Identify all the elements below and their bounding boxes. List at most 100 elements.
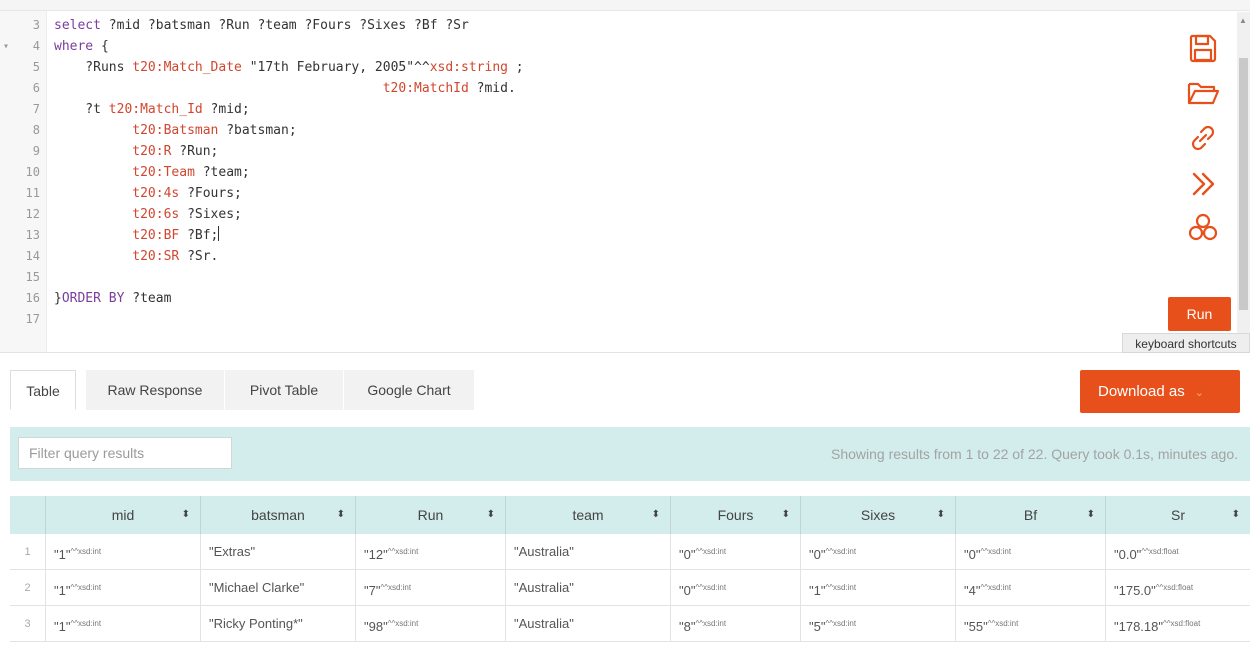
code-line[interactable]: 12 t20:6s ?Sixes; bbox=[0, 204, 1150, 225]
chevron-down-icon: ⌄ bbox=[1194, 387, 1204, 399]
code-line[interactable]: 8 t20:Batsman ?batsman; bbox=[0, 120, 1150, 141]
sort-icon[interactable]: ⬍ bbox=[487, 496, 495, 534]
code-token: } bbox=[54, 291, 62, 306]
table-cell: "Australia" bbox=[505, 606, 670, 642]
tab-table[interactable]: Table bbox=[10, 370, 76, 410]
folder-open-icon[interactable] bbox=[1185, 75, 1221, 111]
editor-scrollbar[interactable] bbox=[1237, 12, 1250, 350]
cell-value: "0" bbox=[809, 547, 826, 562]
cell-value: "98" bbox=[364, 619, 388, 634]
column-header-sixes[interactable]: Sixes ⬍ bbox=[800, 496, 955, 534]
sort-icon[interactable]: ⬍ bbox=[782, 496, 790, 534]
column-header-fours[interactable]: Fours ⬍ bbox=[670, 496, 800, 534]
line-number: 9 bbox=[32, 144, 40, 158]
code-line[interactable]: 16}ORDER BY ?team bbox=[0, 288, 1150, 309]
column-header-mid[interactable]: mid ⬍ bbox=[45, 496, 200, 534]
query-editor[interactable]: 2PREFIX xsd: <http://www.w3.org/2001/XML… bbox=[0, 0, 1160, 353]
cell-value: "12" bbox=[364, 547, 388, 562]
cell-value: "175.0" bbox=[1114, 583, 1156, 598]
cell-value: "55" bbox=[964, 619, 988, 634]
save-icon[interactable] bbox=[1185, 30, 1221, 66]
editor-top-strip bbox=[0, 0, 1250, 11]
column-header-sr[interactable]: Sr ⬍ bbox=[1105, 496, 1250, 534]
table-cell: "8"^^xsd:int bbox=[670, 606, 800, 642]
cell-value: "1" bbox=[54, 583, 71, 598]
sort-icon[interactable]: ⬍ bbox=[1087, 496, 1095, 534]
tab-raw-response[interactable]: Raw Response bbox=[86, 370, 225, 410]
fold-arrow-icon[interactable]: ▾ bbox=[3, 36, 9, 57]
code-token: t20:6s bbox=[132, 207, 188, 222]
code-line[interactable]: 9 t20:R ?Run; bbox=[0, 141, 1150, 162]
tab-google-chart[interactable]: Google Chart bbox=[344, 370, 475, 410]
line-number: 8 bbox=[32, 123, 40, 137]
table-cell: "55"^^xsd:int bbox=[955, 606, 1105, 642]
cell-datatype: ^^xsd:int bbox=[695, 619, 727, 628]
cell-datatype: ^^xsd:int bbox=[387, 619, 419, 628]
column-header-label: Sr bbox=[1171, 507, 1185, 523]
code-token: t20:BF bbox=[132, 228, 188, 243]
code-line[interactable]: 7 ?t t20:Match_Id ?mid; bbox=[0, 99, 1150, 120]
line-number: 3 bbox=[32, 18, 40, 32]
code-line[interactable]: 6 t20:MatchId ?mid. bbox=[0, 78, 1150, 99]
tab-pivot-table[interactable]: Pivot Table bbox=[225, 370, 344, 410]
cell-value: "Extras" bbox=[209, 544, 256, 559]
column-header-team[interactable]: team ⬍ bbox=[505, 496, 670, 534]
cell-datatype: ^^xsd:int bbox=[987, 619, 1019, 628]
filter-query-input[interactable] bbox=[18, 437, 232, 469]
code-line[interactable]: 17 bbox=[0, 309, 1150, 330]
code-token: ?Sixes; bbox=[187, 207, 242, 222]
column-header-batsman[interactable]: batsman ⬍ bbox=[200, 496, 355, 534]
sort-icon[interactable]: ⬍ bbox=[652, 496, 660, 534]
code-line[interactable]: 3 select ?mid ?batsman ?Run ?team ?Fours … bbox=[0, 15, 1150, 36]
code-line[interactable]: 14 t20:SR ?Sr. bbox=[0, 246, 1150, 267]
sort-icon[interactable]: ⬍ bbox=[182, 496, 190, 534]
table-cell: "1"^^xsd:int bbox=[45, 570, 200, 606]
code-line[interactable]: 15 bbox=[0, 267, 1150, 288]
sort-icon[interactable]: ⬍ bbox=[337, 496, 345, 534]
row-index: 2 bbox=[24, 582, 31, 594]
line-number: 17 bbox=[25, 312, 40, 326]
code-token: ?mid ?batsman ?Run ?team ?Fours ?Sixes ?… bbox=[108, 18, 469, 33]
code-token: t20:Batsman bbox=[132, 123, 227, 138]
code-token: ?Run; bbox=[179, 144, 219, 159]
code-line[interactable]: 13 t20:BF ?Bf; bbox=[0, 225, 1150, 246]
chevrons-right-icon[interactable] bbox=[1185, 166, 1221, 202]
code-token: ; bbox=[507, 60, 524, 75]
code-line[interactable]: 5 ?Runs t20:Match_Date "17th February, 2… bbox=[0, 57, 1150, 78]
code-token: ?mid. bbox=[476, 81, 516, 96]
code-line[interactable]: 11 t20:4s ?Fours; bbox=[0, 183, 1150, 204]
results-status-text: Showing results from 1 to 22 of 22. Quer… bbox=[831, 446, 1238, 462]
cell-datatype: ^^xsd:int bbox=[380, 583, 412, 592]
code-token: where bbox=[54, 39, 101, 54]
column-header-run[interactable]: Run ⬍ bbox=[355, 496, 505, 534]
download-as-button[interactable]: Download as ⌄ bbox=[1080, 370, 1240, 413]
cell-value: "4" bbox=[964, 583, 981, 598]
cell-value: "Australia" bbox=[514, 616, 574, 631]
table-cell: "0"^^xsd:int bbox=[670, 534, 800, 570]
code-token: "17th February, 2005"^^ bbox=[249, 60, 430, 75]
scroll-up-arrow-icon[interactable]: ▲ bbox=[1239, 16, 1247, 25]
download-as-label: Download as bbox=[1098, 383, 1185, 400]
code-text: }ORDER BY ?team bbox=[54, 288, 171, 309]
code-token: ?Bf; bbox=[187, 228, 219, 243]
sort-icon[interactable]: ⬍ bbox=[1232, 496, 1240, 534]
link-icon[interactable] bbox=[1185, 120, 1221, 156]
run-button[interactable]: Run bbox=[1168, 297, 1231, 331]
code-line[interactable]: 10 t20:Team ?team; bbox=[0, 162, 1150, 183]
cell-value: "8" bbox=[679, 619, 696, 634]
code-token: t20:Match_Date bbox=[132, 60, 250, 75]
table-cell: "4"^^xsd:int bbox=[955, 570, 1105, 606]
cell-value: "0" bbox=[679, 547, 696, 562]
editor-scrollbar-thumb[interactable] bbox=[1239, 58, 1248, 310]
sort-icon[interactable]: ⬍ bbox=[937, 496, 945, 534]
share-network-icon[interactable] bbox=[1185, 210, 1221, 246]
column-header-bf[interactable]: Bf ⬍ bbox=[955, 496, 1105, 534]
keyboard-shortcuts-link[interactable]: keyboard shortcuts bbox=[1122, 333, 1250, 353]
code-text: t20:R ?Run; bbox=[54, 141, 218, 162]
table-cell: "175.0"^^xsd:float bbox=[1105, 570, 1250, 606]
code-line[interactable]: 4 ▾ where { bbox=[0, 36, 1150, 57]
code-token: t20:4s bbox=[132, 186, 188, 201]
code-text: t20:4s ?Fours; bbox=[54, 183, 242, 204]
line-number: 14 bbox=[25, 249, 40, 263]
